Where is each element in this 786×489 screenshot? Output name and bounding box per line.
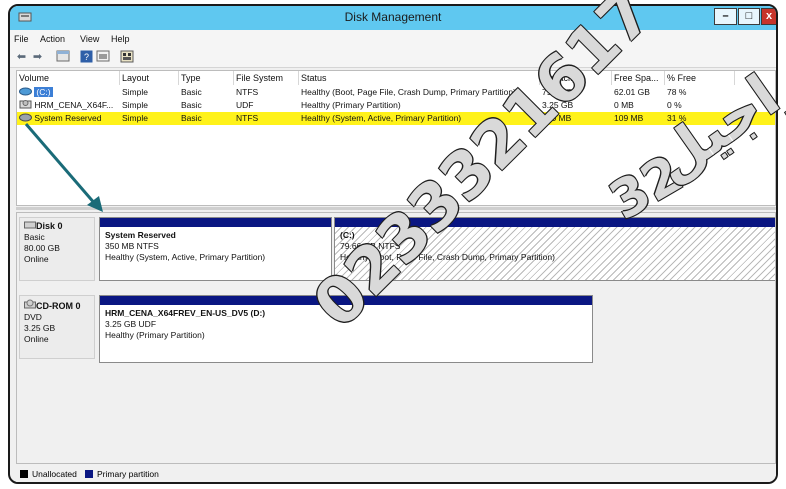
annotation-overlay [24,123,103,212]
annotation-arrow-line [24,123,98,206]
